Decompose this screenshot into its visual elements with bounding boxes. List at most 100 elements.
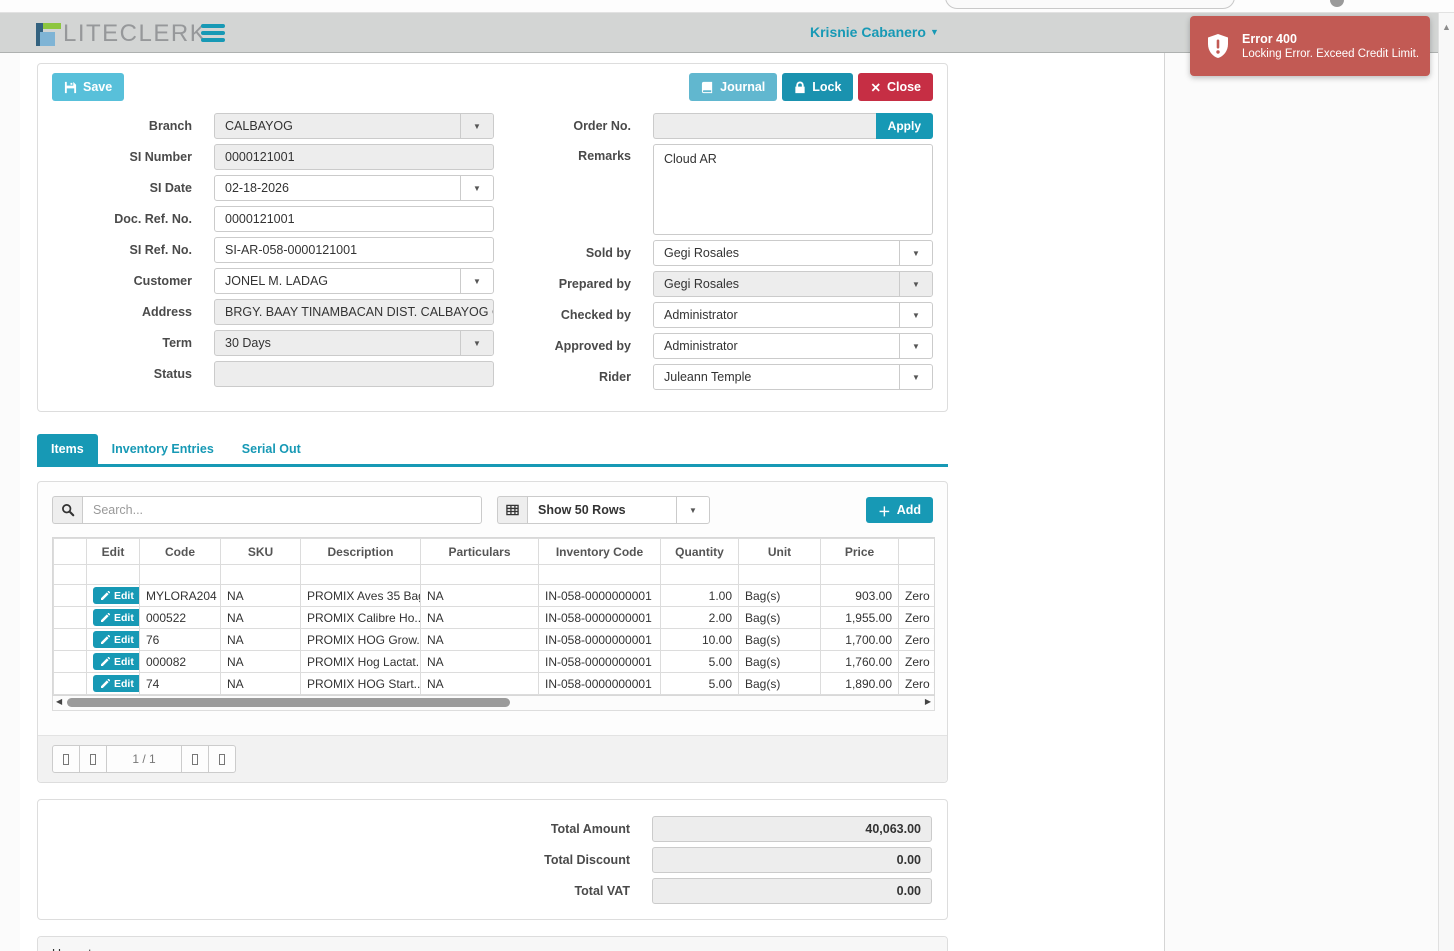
grid-footer: 1 / 1: [38, 735, 947, 782]
col-price[interactable]: Price: [820, 538, 899, 565]
edit-button[interactable]: Edit: [93, 653, 139, 670]
last-page-icon: [219, 753, 225, 765]
totals-card: Total Amount 40,063.00 Total Discount 0.…: [37, 799, 948, 920]
col-edit[interactable]: Edit: [86, 538, 140, 565]
horizontal-scrollbar[interactable]: ◀ ▶: [52, 696, 935, 711]
row-handle[interactable]: [53, 584, 87, 607]
scroll-left-icon[interactable]: ◀: [56, 697, 62, 706]
status-label: Status: [153, 367, 192, 381]
address-label: Address: [141, 305, 192, 319]
chevron-down-icon: ▼: [460, 269, 493, 293]
col-disc[interactable]: Disc: [898, 538, 934, 565]
lock-button[interactable]: Lock: [782, 73, 854, 101]
sold-by-value: Gegi Rosales: [664, 246, 740, 260]
rider-value: Juleann Temple: [664, 370, 752, 384]
col-particulars[interactable]: Particulars: [420, 538, 539, 565]
prepared-by-select[interactable]: Gegi Rosales ▼: [653, 271, 933, 297]
checked-by-value: Administrator: [664, 308, 738, 322]
term-label: Term: [162, 336, 192, 350]
branch-select[interactable]: CALBAYOG ▼: [214, 113, 494, 139]
pagination-prev-button[interactable]: [79, 745, 107, 773]
order-no-group: Apply: [653, 113, 933, 139]
order-no-field[interactable]: [653, 113, 876, 139]
total-amount-label: Total Amount: [550, 822, 630, 836]
vertical-scrollbar[interactable]: ▲: [1438, 13, 1454, 951]
row-handle[interactable]: [53, 650, 87, 673]
user-menu[interactable]: Krisnie Cabanero ▼: [810, 24, 939, 40]
customer-value: JONEL M. LADAG: [225, 274, 329, 288]
invoice-form-card: Save Journal Lock ✕ Close Branch CALBAYO…: [37, 63, 948, 412]
table-row: Edit MYLORA204 NA PROMIX Aves 35 Bag NA …: [53, 584, 934, 607]
col-description[interactable]: Description: [300, 538, 421, 565]
scrollbar-thumb[interactable]: [67, 698, 510, 707]
branch-value: CALBAYOG: [225, 119, 293, 133]
chevron-down-icon: ▼: [899, 334, 932, 358]
menu-hamburger-icon[interactable]: [201, 24, 225, 45]
total-discount-label: Total Discount: [544, 853, 630, 867]
customer-select[interactable]: JONEL M. LADAG ▼: [214, 268, 494, 294]
row-handle[interactable]: [53, 628, 87, 651]
total-amount-field: 40,063.00: [652, 816, 932, 842]
pencil-icon: [101, 635, 110, 644]
tab-serial-out[interactable]: Serial Out: [228, 434, 315, 464]
row-handle[interactable]: [53, 606, 87, 629]
remarks-textarea[interactable]: Cloud AR: [653, 144, 933, 235]
pencil-icon: [101, 591, 110, 600]
term-select[interactable]: 30 Days ▼: [214, 330, 494, 356]
chevron-down-icon: ▼: [899, 303, 932, 327]
sold-by-select[interactable]: Gegi Rosales ▼: [653, 240, 933, 266]
edit-button[interactable]: Edit: [93, 609, 139, 626]
pagination: 1 / 1: [52, 745, 933, 773]
user-stamp-card: User stamp: [37, 936, 948, 951]
si-number-field: 0000121001: [214, 144, 494, 170]
doc-ref-no-field[interactable]: 0000121001: [214, 206, 494, 232]
browser-extension-icon: [1330, 0, 1344, 7]
search-icon: [52, 496, 82, 524]
error-toast[interactable]: Error 400 Locking Error. Exceed Credit L…: [1190, 16, 1430, 76]
pagination-first-button[interactable]: [52, 745, 80, 773]
table-row: Edit 74 NA PROMIX HOG Start... NA IN-058…: [53, 672, 934, 695]
journal-button[interactable]: Journal: [689, 73, 778, 101]
branch-label: Branch: [148, 119, 192, 133]
pencil-icon: [101, 613, 110, 622]
close-button[interactable]: ✕ Close: [858, 73, 933, 101]
scroll-up-icon[interactable]: ▲: [1439, 13, 1454, 32]
chevron-down-icon: ▼: [676, 497, 709, 523]
status-field: [214, 361, 494, 387]
add-button[interactable]: ＋ Add: [866, 497, 933, 523]
col-quantity[interactable]: Quantity: [660, 538, 739, 565]
approved-by-select[interactable]: Administrator ▼: [653, 333, 933, 359]
row-handle[interactable]: [53, 672, 87, 695]
apply-button[interactable]: Apply: [875, 113, 933, 139]
scroll-right-icon[interactable]: ▶: [925, 697, 931, 706]
tab-inventory-entries[interactable]: Inventory Entries: [98, 434, 228, 464]
checked-by-select[interactable]: Administrator ▼: [653, 302, 933, 328]
toast-title: Error 400: [1242, 32, 1297, 46]
chevron-down-icon: ▼: [899, 365, 932, 389]
edit-button[interactable]: Edit: [93, 587, 139, 604]
edit-button[interactable]: Edit: [93, 631, 139, 648]
save-button[interactable]: Save: [52, 73, 125, 101]
col-unit[interactable]: Unit: [738, 538, 821, 565]
col-sku[interactable]: SKU: [220, 538, 301, 565]
search-input[interactable]: [82, 496, 482, 524]
tab-items[interactable]: Items: [37, 434, 98, 464]
si-ref-no-field[interactable]: SI-AR-058-0000121001: [214, 237, 494, 263]
si-ref-no-label: SI Ref. No.: [129, 243, 192, 257]
rider-select[interactable]: Juleann Temple ▼: [653, 364, 933, 390]
chevron-down-icon: ▼: [460, 331, 493, 355]
edit-button[interactable]: Edit: [93, 675, 139, 692]
pagination-last-button[interactable]: [208, 745, 236, 773]
address-field: BRGY. BAAY TINAMBACAN DIST. CALBAYOG CIT: [214, 299, 494, 325]
prepared-by-value: Gegi Rosales: [664, 277, 740, 291]
user-name: Krisnie Cabanero: [810, 24, 926, 40]
total-vat-label: Total VAT: [574, 884, 630, 898]
col-code[interactable]: Code: [139, 538, 221, 565]
lock-icon: [795, 80, 805, 93]
si-date-select[interactable]: 02-18-2026 ▼: [214, 175, 494, 201]
show-rows-select[interactable]: Show 50 Rows ▼: [527, 496, 710, 524]
toast-message: Locking Error. Exceed Credit Limit.: [1242, 48, 1420, 60]
col-inventory-code[interactable]: Inventory Code: [538, 538, 661, 565]
pagination-next-button[interactable]: [181, 745, 209, 773]
si-date-label: SI Date: [149, 181, 192, 195]
